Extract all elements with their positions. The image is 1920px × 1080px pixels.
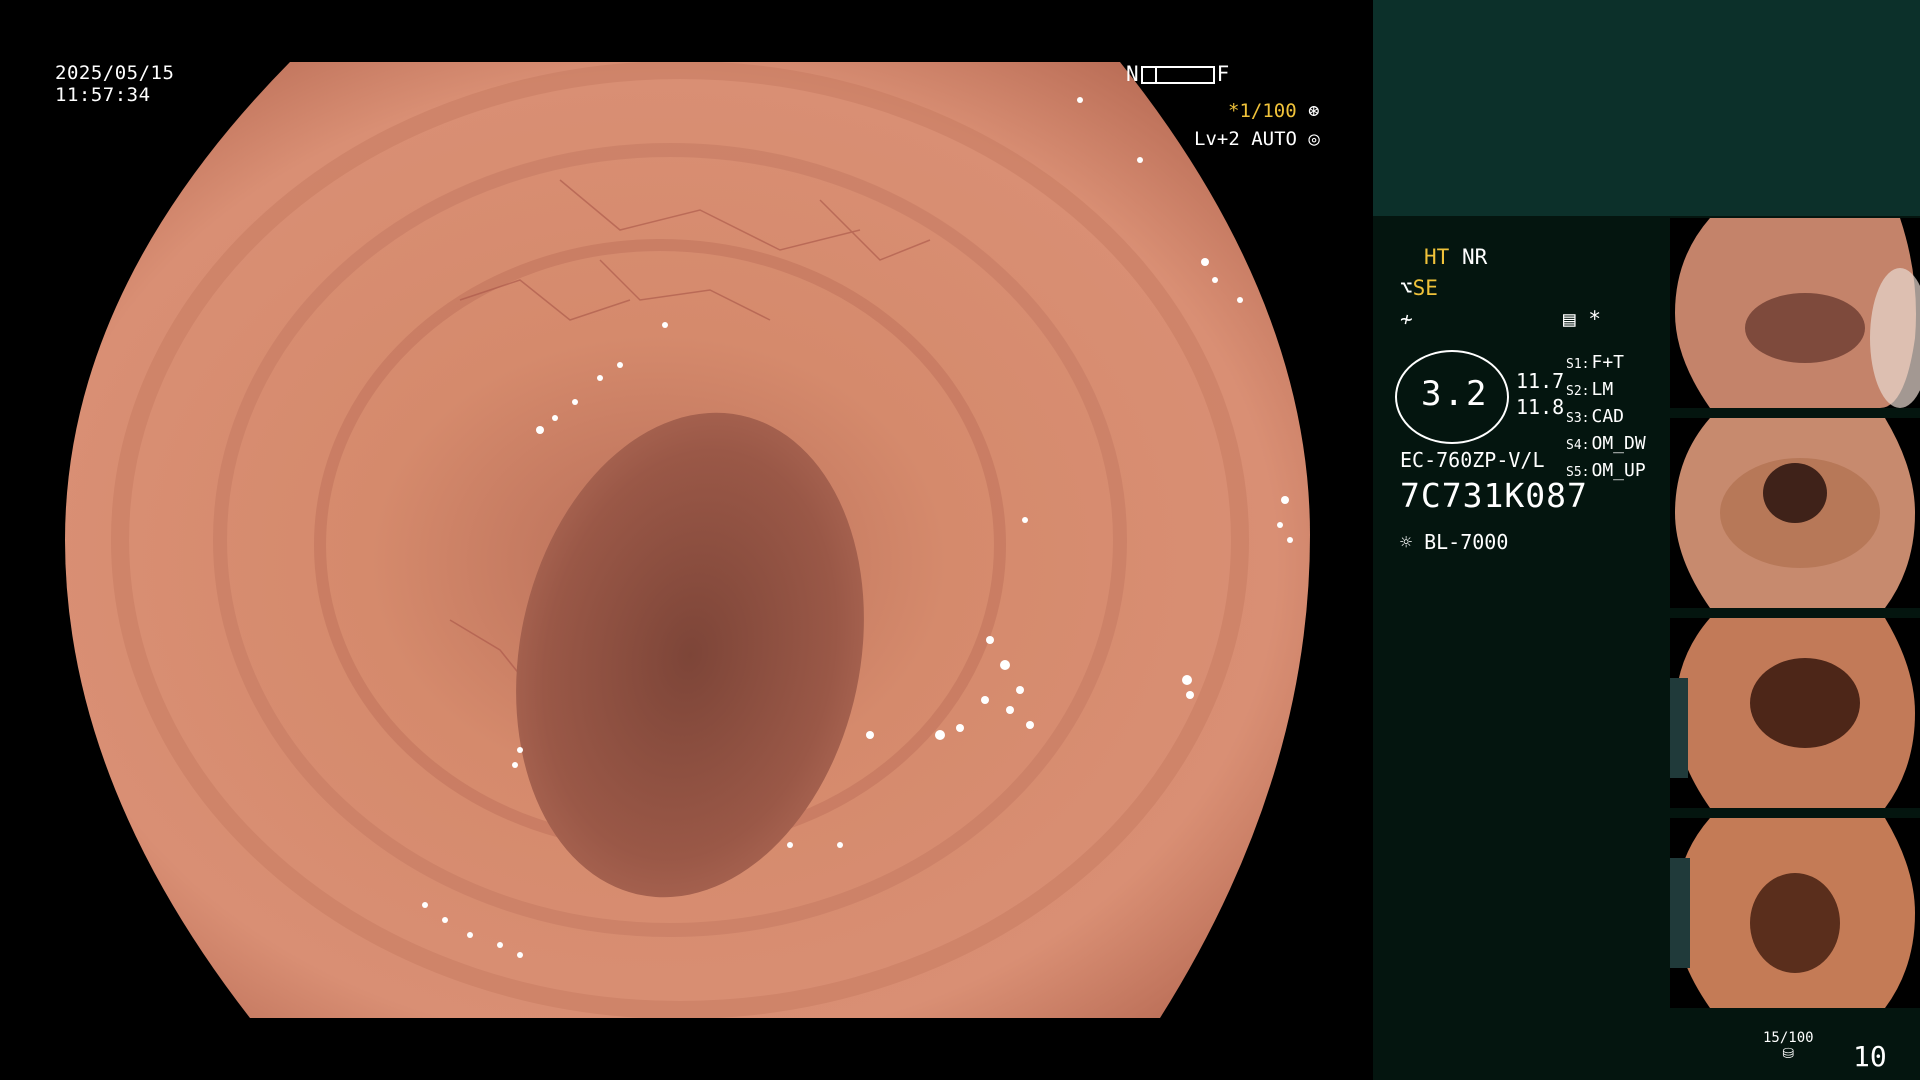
memo-icon: ▤ [1563, 307, 1576, 331]
focus-bar [1140, 66, 1215, 84]
se-label: SE [1412, 276, 1438, 300]
endoscope-image [65, 62, 1310, 1018]
iris-icon: ◎ [1308, 128, 1320, 150]
capture-thumbnail-3[interactable] [1670, 618, 1920, 808]
time-text: 11:57:34 [55, 84, 151, 106]
scope-value-2: 11.8 [1516, 395, 1565, 419]
memo-status: ▤ * [1563, 306, 1601, 332]
info-panel: HT NR ⌥SE ≁ ▤ * 3.2 11.7 11.8 S1: F+T S2:… [1373, 0, 1920, 1080]
ht-label: HT [1424, 245, 1450, 269]
light-source: ☼ BL-7000 [1400, 530, 1508, 554]
scope-switch-list: S1: F+T S2: LM S3: CAD S4: OM_DW S5: OM_UP [1566, 350, 1646, 485]
capture-thumbnail-4[interactable] [1670, 818, 1920, 1008]
endoscope-live-view: 2025/05/15 11:57:34 NF *1/100 ⊛ Lv+2 AUT… [0, 0, 1373, 1080]
datetime-display: 2025/05/15 11:57:34 [55, 62, 174, 106]
scope-diameter: 3.2 [1421, 374, 1489, 414]
switch-item: S2: LM [1566, 379, 1614, 400]
scope-measurements: 11.7 11.8 [1516, 368, 1564, 420]
capture-total: 10 [1853, 1040, 1887, 1073]
enhancement-status: HT NR [1424, 244, 1487, 270]
lamp-icon: ☼ [1400, 530, 1413, 554]
nr-label: NR [1461, 245, 1488, 269]
structure-enhancement: ⌥SE [1400, 275, 1438, 301]
far-label: F [1216, 62, 1230, 86]
storage-icon: ⛁ [1782, 1046, 1795, 1062]
light-mode-text: Lv+2 AUTO [1194, 128, 1297, 150]
scope-serial: 7C731K087 [1400, 476, 1588, 515]
memo-mark: * [1588, 307, 1601, 331]
scope-frame [65, 62, 1310, 1018]
freeze-icon: ≁ [1400, 307, 1413, 331]
capture-count-text: 15/100 [1763, 1030, 1814, 1046]
light-source-text: BL-7000 [1424, 530, 1509, 554]
enhancement-icon: ⌥ [1400, 276, 1413, 300]
switch-item: S3: CAD [1566, 406, 1624, 427]
light-level: Lv+2 AUTO ◎ [1194, 128, 1320, 150]
panel-header-area [1373, 0, 1920, 216]
shutter-speed: *1/100 ⊛ [1228, 100, 1320, 122]
aperture-icon: ⊛ [1308, 100, 1320, 122]
switch-item: S1: F+T [1566, 352, 1624, 373]
switch-item: S4: OM_DW [1566, 433, 1646, 454]
date-text: 2025/05/15 [55, 62, 175, 84]
scope-model: EC-760ZP-V/L [1400, 448, 1545, 472]
capture-counter: 15/100 ⛁ [1763, 1030, 1814, 1062]
near-label: N [1126, 62, 1139, 86]
capture-thumbnail-2[interactable] [1670, 418, 1920, 608]
capture-thumbnail-1[interactable] [1670, 218, 1920, 408]
shutter-text: *1/100 [1228, 100, 1297, 122]
scope-value-1: 11.7 [1516, 369, 1565, 393]
near-far-focus-indicator: NF [1126, 62, 1229, 88]
